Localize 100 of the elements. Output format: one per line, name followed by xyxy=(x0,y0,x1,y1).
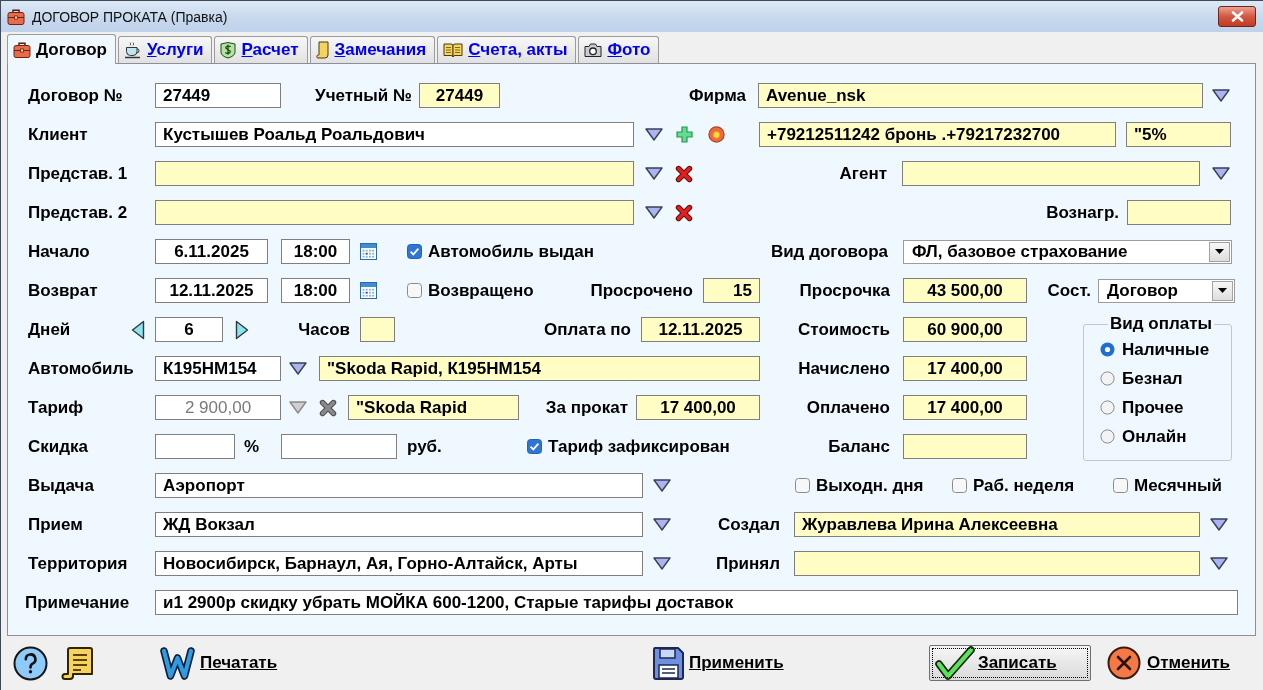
input-field[interactable]: "Skoda Rapid xyxy=(348,395,519,420)
input-field[interactable]: 27449 xyxy=(155,83,281,108)
caret-icon xyxy=(1215,249,1224,254)
apply-button[interactable]: Применить xyxy=(651,645,799,681)
dropdown-icon[interactable] xyxy=(653,557,671,570)
calendar-icon[interactable] xyxy=(360,243,377,260)
radio-button[interactable] xyxy=(1100,342,1115,357)
dropdown-icon[interactable] xyxy=(653,518,671,531)
dropdown-button[interactable] xyxy=(1209,241,1230,262)
input-field[interactable] xyxy=(794,551,1200,576)
field-label: руб. xyxy=(407,436,442,457)
dropdown-button[interactable] xyxy=(1212,280,1233,301)
checkbox[interactable] xyxy=(952,478,967,493)
input-field[interactable] xyxy=(1127,200,1231,225)
input-field[interactable]: и1 2900р скидку убрать МОЙКА 600-1200, Старые тарифы доставок xyxy=(155,590,1238,615)
input-field[interactable]: "5% xyxy=(1126,122,1231,147)
dropdown-icon[interactable] xyxy=(289,362,307,375)
save-button[interactable]: Записать xyxy=(929,645,1091,681)
input-field[interactable]: 27449 xyxy=(419,83,500,108)
input-field[interactable] xyxy=(903,434,1027,459)
input-field[interactable]: 6 xyxy=(155,317,223,342)
input-field[interactable]: 43 500,00 xyxy=(903,278,1027,303)
dropdown-icon[interactable] xyxy=(1212,89,1230,102)
radio-button[interactable] xyxy=(1100,400,1115,415)
close-button[interactable] xyxy=(1218,6,1256,27)
tab[interactable]: Замечания xyxy=(309,36,436,63)
input-field[interactable]: 18:00 xyxy=(281,239,350,264)
field-label: Часов xyxy=(298,319,350,340)
dropdown-icon[interactable] xyxy=(645,128,663,141)
circle-icon[interactable] xyxy=(708,126,725,143)
cancel-button[interactable]: Отменить xyxy=(1106,645,1242,681)
scroll-icon[interactable] xyxy=(61,645,94,681)
tab[interactable]: Счета, акты xyxy=(437,36,577,63)
field-label: Возврат xyxy=(28,280,98,301)
input-field[interactable]: 18:00 xyxy=(281,278,350,303)
input-field[interactable]: 12.11.2025 xyxy=(155,278,268,303)
checkbox[interactable] xyxy=(1113,478,1128,493)
input-field[interactable]: Аэропорт xyxy=(155,473,643,498)
input-field[interactable]: К195НМ154 xyxy=(155,356,281,381)
input-field[interactable] xyxy=(281,434,397,459)
right-arrow-icon[interactable] xyxy=(235,319,249,340)
input-field[interactable] xyxy=(360,317,395,342)
dropdown-icon[interactable] xyxy=(653,479,671,492)
checkbox[interactable] xyxy=(407,244,422,259)
radio-label: Прочее xyxy=(1122,397,1184,418)
checkbox[interactable] xyxy=(795,478,810,493)
field-label: Просрочка xyxy=(799,280,890,301)
window-title: ДОГОВОР ПРОКАТА (Правка) xyxy=(32,8,228,25)
input-field[interactable]: 17 400,00 xyxy=(903,356,1027,381)
field-label: Учетный № xyxy=(315,85,412,106)
plus-icon[interactable] xyxy=(676,126,693,143)
radio-button[interactable] xyxy=(1100,371,1115,386)
tab[interactable]: Услуги xyxy=(117,36,213,63)
checkbox-label: Тариф зафиксирован xyxy=(548,436,730,457)
checkbox[interactable] xyxy=(527,439,542,454)
field-label: Представ. 1 xyxy=(28,163,128,184)
x-icon[interactable] xyxy=(319,398,337,417)
dropdown-field[interactable]: Договор xyxy=(1098,278,1235,303)
dropdown-field[interactable]: ФЛ, базовое страхование xyxy=(903,239,1232,264)
dropdown-icon[interactable] xyxy=(1212,167,1230,180)
calendar-icon[interactable] xyxy=(360,282,377,299)
print-button[interactable]: Печатать xyxy=(159,645,294,681)
caret-icon xyxy=(1218,288,1227,293)
left-arrow-icon[interactable] xyxy=(131,319,145,340)
x-icon[interactable] xyxy=(675,164,693,183)
field-label: Начало xyxy=(28,241,90,262)
help-icon[interactable] xyxy=(13,645,48,681)
radio-button[interactable] xyxy=(1100,429,1115,444)
dropdown-icon[interactable] xyxy=(645,167,663,180)
input-field[interactable] xyxy=(902,161,1200,186)
close-icon xyxy=(1230,11,1244,22)
dropdown-icon[interactable] xyxy=(645,206,663,219)
input-field[interactable]: 12.11.2025 xyxy=(641,317,760,342)
input-field[interactable]: 17 400,00 xyxy=(636,395,760,420)
field-label: Баланс xyxy=(828,436,890,457)
input-field[interactable]: +79212511242 бронь .+79217232700 xyxy=(759,122,1116,147)
input-field[interactable] xyxy=(155,200,634,225)
input-field[interactable]: "Skoda Rapid, К195НМ154 xyxy=(319,356,760,381)
input-field[interactable]: Кустышев Роальд Роальдович xyxy=(155,122,634,147)
input-field[interactable]: Новосибирск, Барнаул, Ая, Горно-Алтайск, Арты xyxy=(155,551,643,576)
cancel-icon xyxy=(1107,646,1141,680)
input-field[interactable]: Журавлева Ирина Алексеевна xyxy=(794,512,1200,537)
input-field[interactable]: 15 xyxy=(703,278,760,303)
field-label: Выдача xyxy=(28,475,94,496)
input-field[interactable]: 60 900,00 xyxy=(903,317,1027,342)
dropdown-icon[interactable] xyxy=(1210,518,1228,531)
field-label: Примечание xyxy=(25,592,130,613)
tab[interactable]: Расчет xyxy=(214,36,308,63)
field-label: % xyxy=(244,436,260,457)
input-field[interactable] xyxy=(155,434,235,459)
input-field[interactable]: ЖД Вокзал xyxy=(155,512,643,537)
checkbox[interactable] xyxy=(407,283,422,298)
input-field[interactable]: Avenue_nsk xyxy=(758,83,1203,108)
x-icon[interactable] xyxy=(675,203,693,222)
tab[interactable]: Фото xyxy=(578,36,660,63)
input-field[interactable] xyxy=(155,161,634,186)
input-field[interactable]: 17 400,00 xyxy=(903,395,1027,420)
dropdown-icon[interactable] xyxy=(1210,557,1228,570)
tab[interactable]: Договор xyxy=(7,34,116,64)
input-field[interactable]: 6.11.2025 xyxy=(155,239,268,264)
